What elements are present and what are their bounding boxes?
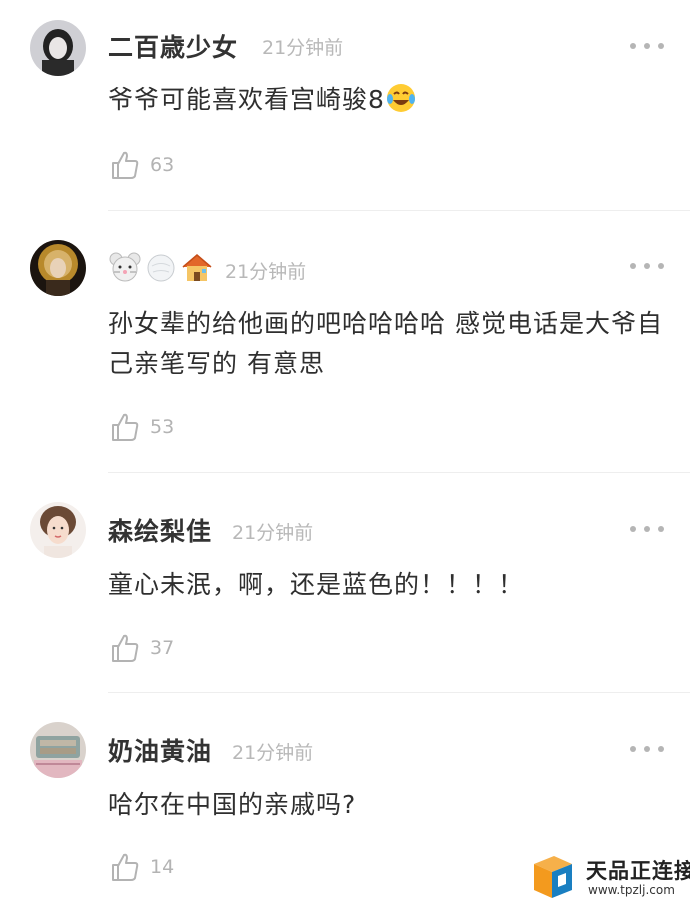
timestamp: 21分钟前 bbox=[232, 522, 314, 544]
like-button[interactable]: 53 bbox=[110, 410, 174, 444]
comment-text: 哈尔在中国的亲戚吗? bbox=[108, 790, 357, 819]
comment-item: 二百歳少女 21分钟前 爷爷可能喜欢看宫崎骏8 63 bbox=[0, 0, 690, 212]
user-avatar[interactable] bbox=[30, 240, 86, 296]
laughing-tears-emoji-icon bbox=[386, 84, 415, 112]
user-avatar[interactable] bbox=[30, 20, 86, 76]
like-button[interactable]: 37 bbox=[110, 631, 174, 665]
timestamp: 21分钟前 bbox=[262, 37, 344, 59]
thumbs-up-icon bbox=[112, 151, 139, 179]
username[interactable]: 奶油黄油 bbox=[108, 732, 212, 768]
username[interactable]: 森绘梨佳 bbox=[108, 512, 212, 548]
user-avatar[interactable] bbox=[30, 502, 86, 558]
like-count: 53 bbox=[150, 416, 175, 438]
thumbs-up-icon bbox=[112, 413, 139, 441]
house-icon bbox=[182, 254, 212, 281]
divider bbox=[108, 472, 690, 473]
like-button[interactable]: 63 bbox=[110, 148, 174, 182]
thumbs-up-icon bbox=[112, 634, 139, 662]
watermark-title: 天品正连接 bbox=[586, 859, 690, 883]
comment-text: 童心未泯，啊，还是蓝色的！！！！ bbox=[108, 570, 525, 599]
more-options-icon[interactable] bbox=[630, 261, 664, 271]
more-options-icon[interactable] bbox=[630, 744, 664, 754]
timestamp: 21分钟前 bbox=[232, 742, 314, 764]
watermark-url: www.tpzlj.com bbox=[588, 883, 675, 897]
timestamp: 21分钟前 bbox=[225, 261, 307, 283]
watermark-logo-icon bbox=[534, 856, 572, 898]
comment-text-content: 爷爷可能喜欢看宫崎骏8 bbox=[108, 85, 385, 114]
comment-text: 孙女辈的给他画的吧哈哈哈哈 感觉电话是大爷自己亲笔写的 有意思 bbox=[108, 309, 663, 378]
like-count: 63 bbox=[150, 154, 175, 176]
like-count: 14 bbox=[150, 856, 175, 878]
mouse-face-icon bbox=[109, 252, 141, 282]
username-emojis[interactable] bbox=[108, 250, 214, 284]
thumbs-up-icon bbox=[112, 853, 139, 881]
divider bbox=[108, 692, 690, 693]
like-count: 37 bbox=[150, 637, 175, 659]
watermark: 天品正连接 www.tpzlj.com bbox=[530, 852, 690, 902]
comment-text: 爷爷可能喜欢看宫崎骏8 bbox=[108, 80, 668, 120]
snowball-icon bbox=[147, 254, 175, 282]
divider bbox=[108, 210, 690, 211]
like-button[interactable]: 14 bbox=[110, 850, 174, 884]
more-options-icon[interactable] bbox=[630, 41, 664, 51]
more-options-icon[interactable] bbox=[630, 524, 664, 534]
comment-item: 森绘梨佳 21分钟前 童心未泯，啊，还是蓝色的！！！！ 37 bbox=[0, 474, 690, 694]
user-avatar[interactable] bbox=[30, 722, 86, 778]
comment-item: 21分钟前 孙女辈的给他画的吧哈哈哈哈 感觉电话是大爷自己亲笔写的 有意思 53 bbox=[0, 212, 690, 474]
username[interactable]: 二百歳少女 bbox=[108, 28, 238, 64]
